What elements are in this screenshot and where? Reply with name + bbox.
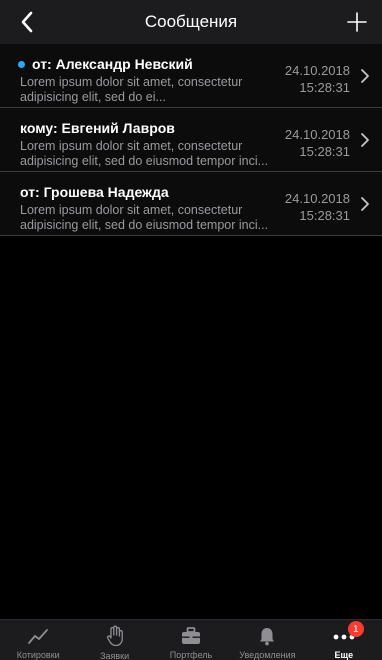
message-row[interactable]: от: Грошева Надежда Lorem ipsum dolor si…: [0, 172, 382, 236]
tab-more[interactable]: 1 Еще: [306, 620, 382, 660]
message-datetime: 24.10.2018 15:28:31: [285, 62, 350, 96]
unread-indicator: [18, 61, 25, 68]
message-sender: от: Александр Невский: [32, 56, 193, 72]
message-date: 24.10.2018: [284, 191, 350, 206]
bell-icon: [255, 625, 279, 646]
message-sender: кому: Евгений Лавров: [20, 120, 175, 136]
back-button[interactable]: [14, 9, 40, 35]
message-list: от: Александр Невский Lorem ipsum dolor …: [0, 44, 382, 236]
message-row[interactable]: от: Александр Невский Lorem ipsum dolor …: [0, 44, 382, 108]
message-sender: от: Грошева Надежда: [20, 184, 169, 200]
add-message-button[interactable]: [344, 9, 370, 35]
message-time: 15:28:31: [299, 80, 350, 95]
message-datetime: 24.10.2018 15:28:31: [285, 126, 350, 160]
plus-icon: [347, 12, 367, 32]
briefcase-icon: [179, 625, 203, 646]
message-preview: Lorem ipsum dolor sit amet, consectetur …: [20, 139, 269, 168]
chevron-right-icon: [361, 133, 369, 147]
message-datetime: 24.10.2018 15:28:31: [285, 190, 350, 224]
tab-orders[interactable]: Заявки: [76, 620, 152, 660]
message-time: 15:28:31: [299, 144, 350, 159]
message-date: 24.10.2018: [284, 127, 350, 142]
tab-portfolio[interactable]: Портфель: [153, 620, 229, 660]
tab-notifications[interactable]: Уведомления: [229, 620, 305, 660]
message-time: 15:28:31: [299, 208, 350, 223]
page-title: Сообщения: [144, 12, 238, 31]
message-row[interactable]: кому: Евгений Лавров Lorem ipsum dolor s…: [0, 108, 382, 172]
chevron-right-icon: [361, 69, 369, 83]
chevron-left-icon: [21, 11, 33, 33]
message-preview: Lorem ipsum dolor sit amet, consectetur …: [20, 203, 269, 232]
nav-bar: Сообщения: [0, 0, 382, 44]
tab-bar: Котировки Заявки Портфель Уведомления 1 …: [0, 619, 382, 660]
hand-icon: [103, 625, 127, 647]
tab-quotes[interactable]: Котировки: [0, 620, 76, 660]
message-preview: Lorem ipsum dolor sit amet, consectetur …: [20, 75, 243, 104]
chevron-right-icon: [361, 197, 369, 211]
chart-line-icon: [26, 625, 50, 646]
message-date: 24.10.2018: [284, 63, 350, 78]
notification-badge: 1: [347, 621, 364, 637]
